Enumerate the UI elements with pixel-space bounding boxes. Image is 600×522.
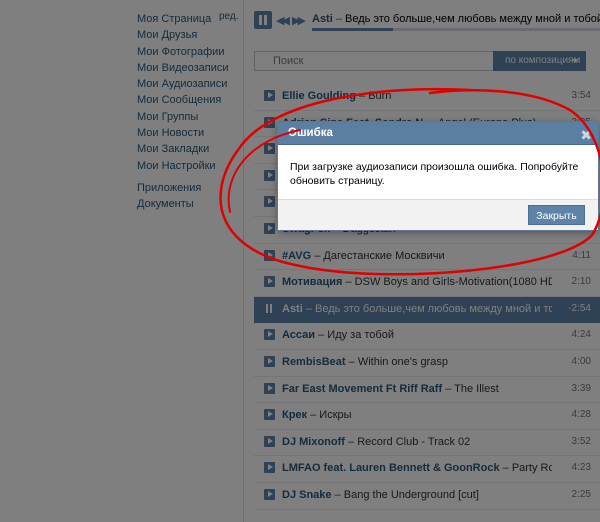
dialog-footer: Закрыть [278, 199, 598, 230]
dialog-header: Ошибка ✖ [278, 122, 598, 145]
modal-overlay[interactable] [0, 0, 600, 522]
close-icon[interactable]: ✖ [580, 124, 592, 146]
error-dialog: Ошибка ✖ При загрузке аудиозаписи произо… [278, 122, 598, 230]
close-button[interactable]: Закрыть [528, 205, 585, 225]
dialog-title: Ошибка [288, 127, 333, 139]
